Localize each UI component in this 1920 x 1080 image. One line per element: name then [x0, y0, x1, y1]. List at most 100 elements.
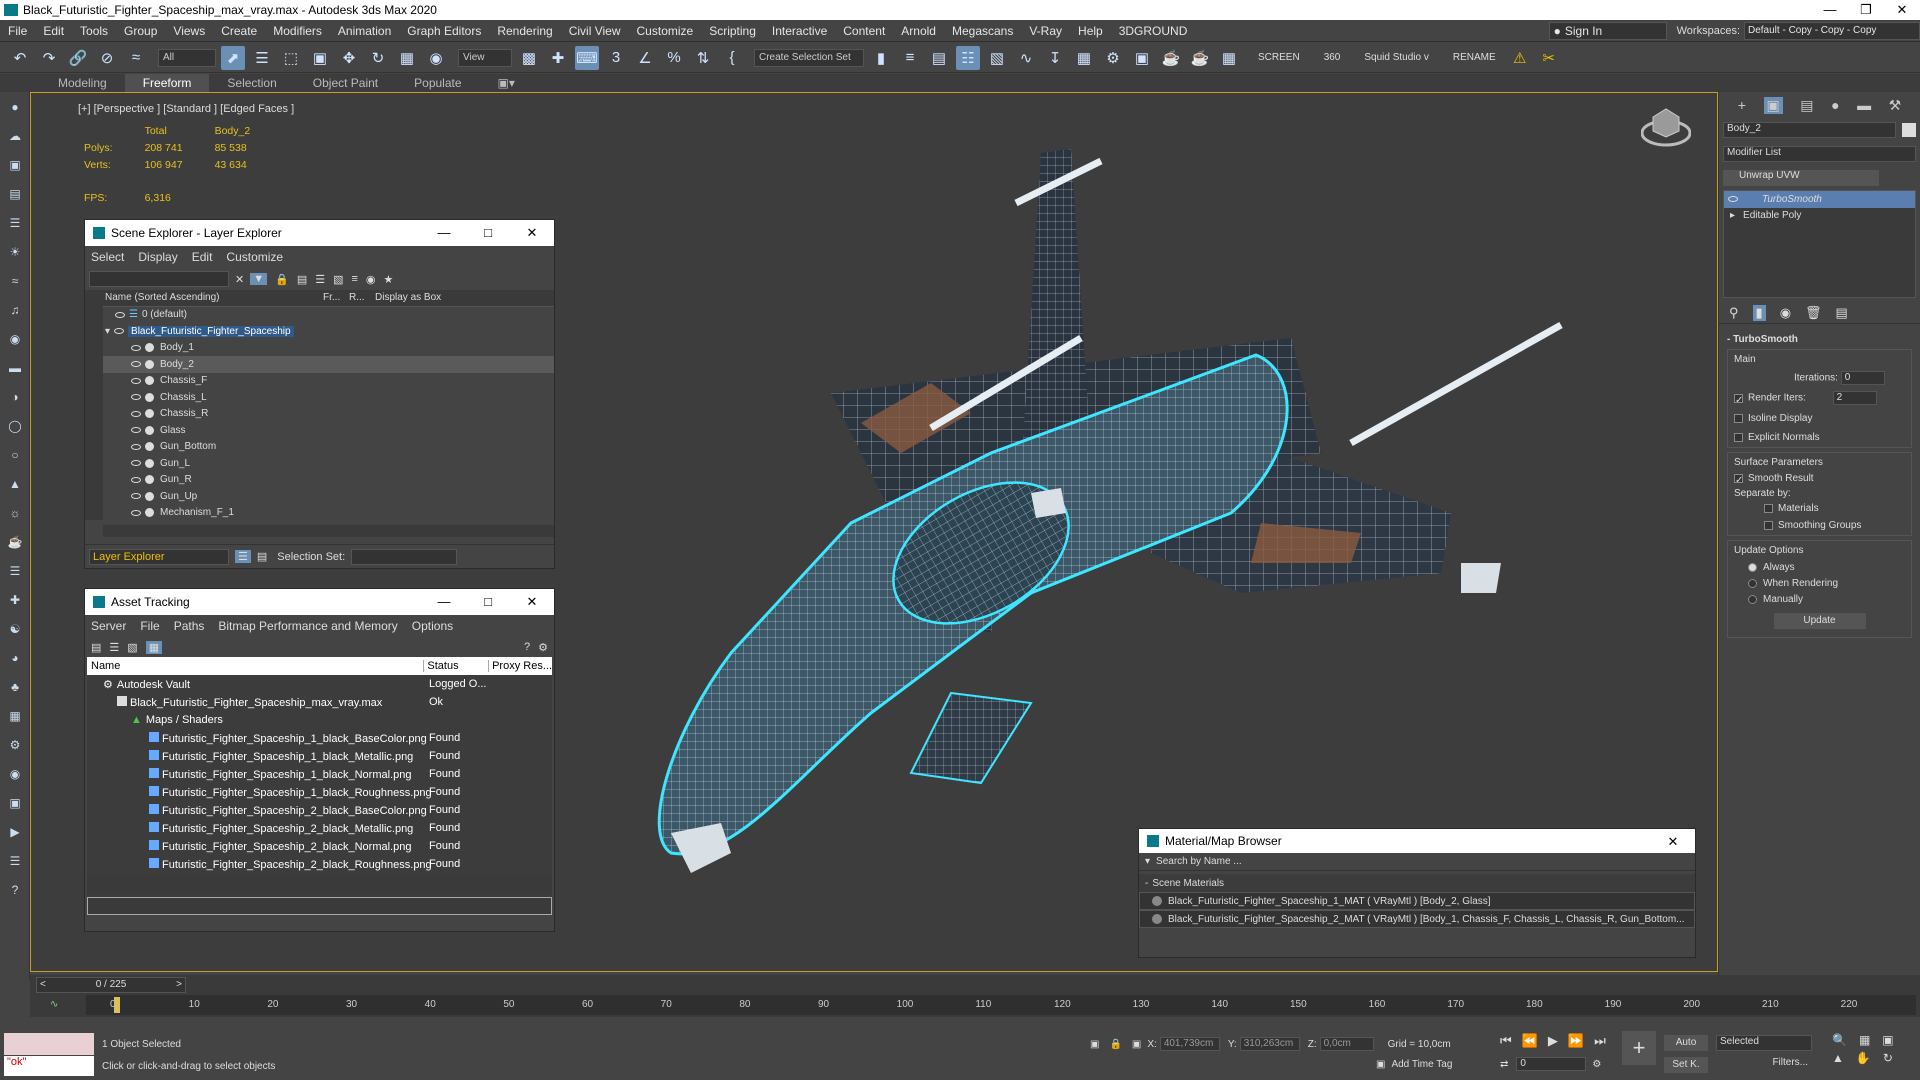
eye-icon[interactable] — [131, 410, 141, 417]
minimize-icon[interactable]: — — [1812, 0, 1848, 20]
asset-row[interactable]: Futuristic_Fighter_Spaceship_1_black_Bas… — [87, 729, 552, 747]
col-status-header[interactable]: Status — [424, 660, 490, 672]
object-tool-icon[interactable]: ◉ — [6, 330, 24, 348]
menu-modifiers[interactable]: Modifiers — [265, 24, 330, 38]
close-icon[interactable]: ✕ — [1884, 0, 1920, 20]
reference-coord-dropdown[interactable]: View — [458, 48, 512, 67]
select-object-icon[interactable]: ⬈ — [221, 45, 245, 70]
tab-freeform[interactable]: Freeform — [124, 74, 210, 92]
col-name-header[interactable]: Name — [87, 660, 425, 672]
eye-icon[interactable] — [131, 377, 141, 384]
torus-tool-icon[interactable]: ○ — [6, 446, 24, 464]
render-iters-spinner[interactable]: 2 — [1832, 391, 1877, 405]
lock-icon[interactable]: 🔒 — [275, 273, 289, 286]
menu-animation[interactable]: Animation — [330, 24, 399, 38]
rename-button[interactable]: RENAME — [1453, 52, 1496, 63]
360-button[interactable]: 360 — [1324, 52, 1341, 63]
smooth-result-checkbox[interactable]: ✓ — [1734, 473, 1743, 486]
asset-row[interactable]: Futuristic_Fighter_Spaceship_1_black_Met… — [87, 747, 552, 765]
isolate-icon[interactable]: ▣ — [1090, 1039, 1099, 1050]
col-box-header[interactable]: Display as Box — [375, 292, 441, 303]
add-to-layer-icon[interactable]: ▧ — [333, 273, 343, 286]
maximize-icon[interactable]: □ — [466, 220, 510, 246]
asset-row[interactable]: Futuristic_Fighter_Spaceship_2_black_Met… — [87, 819, 552, 837]
scene-explorer-icon[interactable]: ☷ — [956, 45, 980, 70]
menu-edit[interactable]: Edit — [35, 24, 72, 38]
at-menu-server[interactable]: Server — [91, 619, 126, 633]
asset-row[interactable]: Futuristic_Fighter_Spaceship_2_black_Nor… — [87, 837, 552, 855]
at-menu-bitmap[interactable]: Bitmap Performance and Memory — [218, 619, 397, 633]
menu-vray[interactable]: V-Ray — [1021, 24, 1070, 38]
create-tool-icon[interactable]: ● — [6, 98, 24, 116]
eye-icon[interactable] — [131, 476, 141, 483]
asset-tracking-titlebar[interactable]: Asset Tracking — □ ✕ — [85, 589, 554, 615]
angle-snap-icon[interactable]: ∠ — [633, 46, 657, 70]
sound-tool-icon[interactable]: ♫ — [6, 301, 24, 319]
helper-tool-icon[interactable]: ✚ — [6, 591, 24, 609]
orbit-icon[interactable]: ↻ — [1883, 1051, 1893, 1065]
make-unique-icon[interactable]: ◉ — [1780, 305, 1791, 321]
object-row[interactable]: Chassis_F — [103, 373, 554, 390]
set-key-button[interactable]: Set K. — [1664, 1057, 1708, 1073]
link-icon[interactable]: 🔗 — [66, 46, 90, 70]
group-row[interactable]: ▾ Black_Futuristic_Fighter_Spaceship — [103, 323, 554, 340]
explorer-type-dropdown[interactable]: Layer Explorer — [89, 548, 229, 565]
menu-civil-view[interactable]: Civil View — [561, 24, 629, 38]
iterations-spinner[interactable]: 0 — [1840, 371, 1885, 385]
ribbon-options-icon[interactable]: ▣▾ — [480, 74, 533, 92]
eye-icon[interactable] — [131, 427, 141, 434]
bind-spacewarp-icon[interactable]: ≈ — [124, 46, 148, 70]
show-end-result-icon[interactable]: ▮ — [1752, 304, 1766, 321]
warning-icon[interactable]: ⚠ — [1508, 46, 1532, 70]
tab-object-paint[interactable]: Object Paint — [295, 74, 396, 92]
set-key-icon[interactable]: + — [1622, 1031, 1656, 1065]
pin-stack-icon[interactable]: ⚲ — [1729, 305, 1739, 321]
play-tool-icon[interactable]: ▶ — [6, 823, 24, 841]
render-tool-icon[interactable]: ▣ — [6, 794, 24, 812]
redo-icon[interactable]: ↷ — [37, 46, 61, 70]
absolute-mode-icon[interactable]: ▣ — [1132, 1039, 1141, 1050]
lock-selection-icon[interactable]: 🔒 — [1109, 1039, 1121, 1050]
manually-radio[interactable] — [1748, 594, 1757, 604]
new-layer-icon[interactable]: ▤ — [297, 273, 307, 286]
menu-help[interactable]: Help — [1070, 24, 1111, 38]
close-icon[interactable]: ✕ — [1651, 829, 1695, 855]
manipulate-icon[interactable]: ✚ — [546, 46, 570, 70]
menu-group[interactable]: Group — [116, 24, 165, 38]
window-crossing-icon[interactable]: ▣ — [308, 46, 332, 70]
object-row[interactable]: Chassis_L — [103, 389, 554, 406]
object-row[interactable]: Gun_R — [103, 472, 554, 489]
layer-sort-icon[interactable]: ☰ — [235, 550, 251, 563]
cone-tool-icon[interactable]: ▲ — [6, 475, 24, 493]
menu-create[interactable]: Create — [213, 24, 265, 38]
grid-tool-icon[interactable]: ▦ — [1217, 46, 1241, 70]
snap-icon[interactable]: 3 — [604, 46, 628, 70]
asset-row[interactable]: ⚙ Autodesk Vault Logged O... — [87, 675, 552, 693]
percent-snap-icon[interactable]: % — [662, 46, 686, 70]
sphere-tool-icon[interactable]: ◯ — [6, 417, 24, 435]
prev-frame-icon[interactable]: < — [37, 978, 46, 992]
at-horizontal-scrollbar[interactable] — [87, 877, 552, 893]
menu-graph-editors[interactable]: Graph Editors — [399, 24, 489, 38]
turbosmooth-rollout-title[interactable]: - TurboSmooth — [1723, 334, 1916, 345]
refresh-icon[interactable]: ▤ — [91, 641, 101, 654]
auto-key-button[interactable]: Auto — [1664, 1035, 1708, 1051]
tree-view-icon[interactable]: ▦ — [145, 640, 163, 654]
render-icon[interactable]: ☕ — [1159, 46, 1183, 70]
render-setup-icon[interactable]: ⚙ — [1101, 46, 1125, 70]
layer-manager-icon[interactable]: ▤ — [927, 46, 951, 70]
scale-icon[interactable]: ▦ — [395, 46, 419, 70]
material-browser-titlebar[interactable]: Material/Map Browser ✕ — [1139, 829, 1695, 853]
edit-named-selection-icon[interactable]: { — [720, 46, 744, 70]
motion-tab-icon[interactable]: ● — [1831, 97, 1839, 113]
maximize-icon[interactable]: □ — [466, 589, 510, 615]
eye-icon[interactable] — [1728, 196, 1738, 203]
collapse-icon[interactable]: - — [1145, 878, 1148, 889]
stack-icon[interactable]: ≡ — [352, 273, 358, 285]
explicit-normals-checkbox[interactable] — [1734, 432, 1743, 442]
object-name-field[interactable]: Body_2 — [1723, 122, 1896, 138]
align-icon[interactable]: ≡ — [898, 46, 922, 70]
y-field[interactable]: 310,263cm — [1239, 1037, 1300, 1051]
pan-icon[interactable]: ✋ — [1856, 1051, 1871, 1065]
goto-start-icon[interactable]: ⏮ — [1500, 1033, 1512, 1049]
